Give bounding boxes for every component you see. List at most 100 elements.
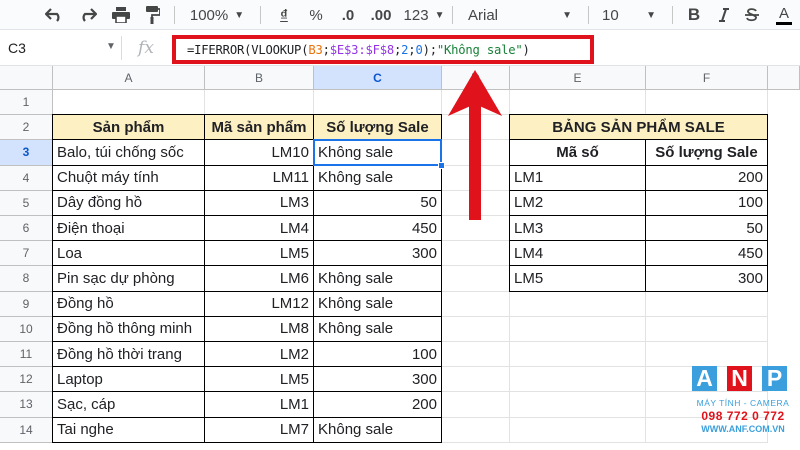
product-code-cell[interactable]: LM10 <box>205 140 314 166</box>
column-header-b[interactable]: B <box>205 66 314 90</box>
product-name-cell[interactable]: Pin sạc dự phòng <box>53 266 205 292</box>
sale-code-cell[interactable]: LM3 <box>510 216 646 242</box>
sale-code-cell[interactable]: LM4 <box>510 241 646 267</box>
column-header-e[interactable]: E <box>510 66 646 90</box>
sale-quantity-cell[interactable]: 300 <box>314 241 442 267</box>
product-name-cell[interactable]: Laptop <box>53 367 205 393</box>
grid-cell[interactable] <box>510 342 646 368</box>
strikethrough-icon[interactable] <box>742 0 762 30</box>
grid-cell[interactable] <box>442 392 510 418</box>
grid-cell[interactable] <box>646 316 768 342</box>
row-header-4[interactable]: 4 <box>0 165 53 191</box>
product-name-cell[interactable]: Đồng hồ thông minh <box>53 316 205 342</box>
row-header-10[interactable]: 10 <box>0 316 53 342</box>
sale-quantity-cell[interactable]: 50 <box>314 190 442 216</box>
bold-button[interactable]: B <box>682 0 706 30</box>
column-header-a[interactable]: A <box>53 66 205 90</box>
product-code-cell[interactable]: LM1 <box>205 392 314 418</box>
italic-icon[interactable] <box>714 0 734 30</box>
row-header-3[interactable]: 3 <box>0 140 53 166</box>
product-code-cell[interactable]: LM4 <box>205 216 314 242</box>
formula-input[interactable]: =IFERROR(VLOOKUP(B3; $E$3:$F$8; 2; 0); "Khôn… <box>172 35 594 64</box>
grid-cell[interactable] <box>646 90 768 116</box>
grid-cell[interactable] <box>442 367 510 393</box>
print-icon[interactable] <box>107 0 135 30</box>
grid-cell[interactable] <box>205 90 314 116</box>
product-code-cell[interactable]: LM5 <box>205 241 314 267</box>
row-header-6[interactable]: 6 <box>0 216 53 242</box>
more-formats-button[interactable]: 123 ▼ <box>402 0 446 30</box>
grid-cell[interactable] <box>442 316 510 342</box>
product-code-cell[interactable]: LM5 <box>205 367 314 393</box>
spreadsheet-grid[interactable]: ABCDEF1234567891011121314Sản phẩmMã sản … <box>0 66 800 450</box>
row-header-12[interactable]: 12 <box>0 367 53 393</box>
row-header-13[interactable]: 13 <box>0 392 53 418</box>
sale-amount-cell[interactable]: 300 <box>646 266 768 292</box>
undo-icon[interactable] <box>40 0 68 30</box>
sale-table-header-cell[interactable]: Mã số <box>510 140 646 166</box>
grid-cell[interactable] <box>510 392 646 418</box>
product-code-cell[interactable]: LM8 <box>205 316 314 342</box>
product-name-cell[interactable]: Đồng hồ <box>53 291 205 317</box>
row-header-5[interactable]: 5 <box>0 190 53 216</box>
product-name-cell[interactable]: Chuột máy tính <box>53 165 205 191</box>
sale-quantity-cell[interactable]: 450 <box>314 216 442 242</box>
grid-cell[interactable] <box>314 90 442 116</box>
sale-code-cell[interactable]: LM5 <box>510 266 646 292</box>
increase-decimal-button[interactable]: .00 <box>366 0 396 30</box>
product-code-cell[interactable]: LM6 <box>205 266 314 292</box>
currency-format-button[interactable]: ₫ <box>272 0 296 30</box>
grid-cell[interactable] <box>510 316 646 342</box>
sale-quantity-cell[interactable]: 300 <box>314 367 442 393</box>
product-name-cell[interactable]: Sạc, cáp <box>53 392 205 418</box>
column-header-c[interactable]: C <box>314 66 442 90</box>
sale-quantity-cell[interactable]: 200 <box>314 392 442 418</box>
sale-amount-cell[interactable]: 450 <box>646 241 768 267</box>
product-code-cell[interactable]: LM7 <box>205 417 314 443</box>
decrease-decimal-button[interactable]: .0 <box>336 0 360 30</box>
sale-code-cell[interactable]: LM2 <box>510 190 646 216</box>
redo-icon[interactable] <box>74 0 102 30</box>
grid-cell[interactable] <box>442 266 510 292</box>
row-header-14[interactable]: 14 <box>0 417 53 443</box>
sale-quantity-cell[interactable]: Không sale <box>314 165 442 191</box>
chevron-down-icon[interactable]: ▼ <box>106 41 116 52</box>
paint-format-icon[interactable] <box>140 0 166 30</box>
sale-quantity-cell[interactable]: Không sale <box>314 266 442 292</box>
product-name-cell[interactable]: Đồng hồ thời trang <box>53 342 205 368</box>
name-box[interactable]: C3 <box>0 30 118 66</box>
grid-cell[interactable] <box>442 342 510 368</box>
zoom-select[interactable]: 100% ▼ <box>186 0 248 30</box>
percent-format-button[interactable]: % <box>304 0 328 30</box>
sale-table-header-cell[interactable]: Số lượng Sale <box>646 140 768 166</box>
grid-cell[interactable] <box>442 241 510 267</box>
table-header-cell[interactable]: Số lượng Sale <box>314 115 442 141</box>
sale-quantity-cell[interactable]: 100 <box>314 342 442 368</box>
product-name-cell[interactable]: Tai nghe <box>53 417 205 443</box>
select-all-corner[interactable] <box>0 66 53 90</box>
sale-amount-cell[interactable]: 50 <box>646 216 768 242</box>
row-header-2[interactable]: 2 <box>0 115 53 141</box>
sale-code-cell[interactable]: LM1 <box>510 165 646 191</box>
table-header-cell[interactable]: Sản phẩm <box>53 115 205 141</box>
product-code-cell[interactable]: LM11 <box>205 165 314 191</box>
row-header-11[interactable]: 11 <box>0 342 53 368</box>
sale-quantity-cell[interactable]: Không sale <box>314 316 442 342</box>
grid-cell[interactable] <box>442 417 510 443</box>
row-header-8[interactable]: 8 <box>0 266 53 292</box>
grid-cell[interactable] <box>510 367 646 393</box>
row-header-1[interactable]: 1 <box>0 90 53 116</box>
grid-cell[interactable] <box>53 90 205 116</box>
grid-cell[interactable] <box>646 291 768 317</box>
product-code-cell[interactable]: LM2 <box>205 342 314 368</box>
grid-cell[interactable] <box>442 291 510 317</box>
product-code-cell[interactable]: LM12 <box>205 291 314 317</box>
sale-quantity-cell[interactable]: Không sale <box>314 291 442 317</box>
product-name-cell[interactable]: Điện thoại <box>53 216 205 242</box>
sale-quantity-cell[interactable]: Không sale <box>314 140 442 166</box>
grid-cell[interactable] <box>510 291 646 317</box>
product-name-cell[interactable]: Loa <box>53 241 205 267</box>
sale-table-title[interactable]: BẢNG SẢN PHẨM SALE <box>510 115 768 141</box>
grid-cell[interactable] <box>510 417 646 443</box>
font-select[interactable]: Arial ▼ <box>464 0 576 30</box>
